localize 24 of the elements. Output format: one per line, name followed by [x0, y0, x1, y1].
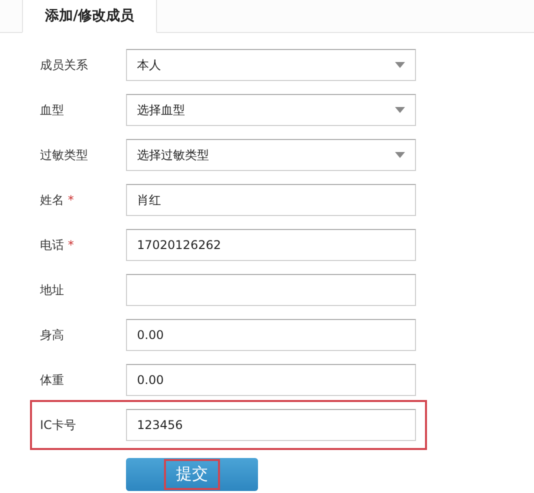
required-mark: *	[68, 238, 74, 252]
field-label: 成员关系	[40, 58, 88, 72]
input-field[interactable]: 0.00	[126, 319, 416, 351]
dropdown[interactable]: 本人	[126, 49, 416, 81]
field-label: 身高	[40, 328, 64, 342]
dropdown[interactable]: 选择过敏类型	[126, 139, 416, 171]
input-field[interactable]: 肖红	[126, 184, 416, 216]
required-mark: *	[68, 192, 74, 206]
caret-icon	[395, 107, 405, 113]
field-label: 电话	[40, 238, 64, 252]
field-label: 过敏类型	[40, 148, 88, 162]
input-field[interactable]: 123456	[126, 409, 416, 441]
dropdown[interactable]: 选择血型	[126, 94, 416, 126]
field-label: IC卡号	[40, 418, 76, 432]
input-field[interactable]: 0.00	[126, 364, 416, 396]
caret-icon	[395, 152, 405, 158]
input-field[interactable]: 17020126262	[126, 229, 416, 261]
field-label: 血型	[40, 102, 64, 116]
field-label: 姓名	[40, 192, 64, 206]
field-label: 体重	[40, 372, 64, 386]
field-label: 地址	[40, 282, 64, 296]
caret-icon	[395, 62, 405, 68]
tab[interactable]: 添加/修改成员	[22, 0, 158, 33]
input-field[interactable]	[126, 274, 416, 306]
